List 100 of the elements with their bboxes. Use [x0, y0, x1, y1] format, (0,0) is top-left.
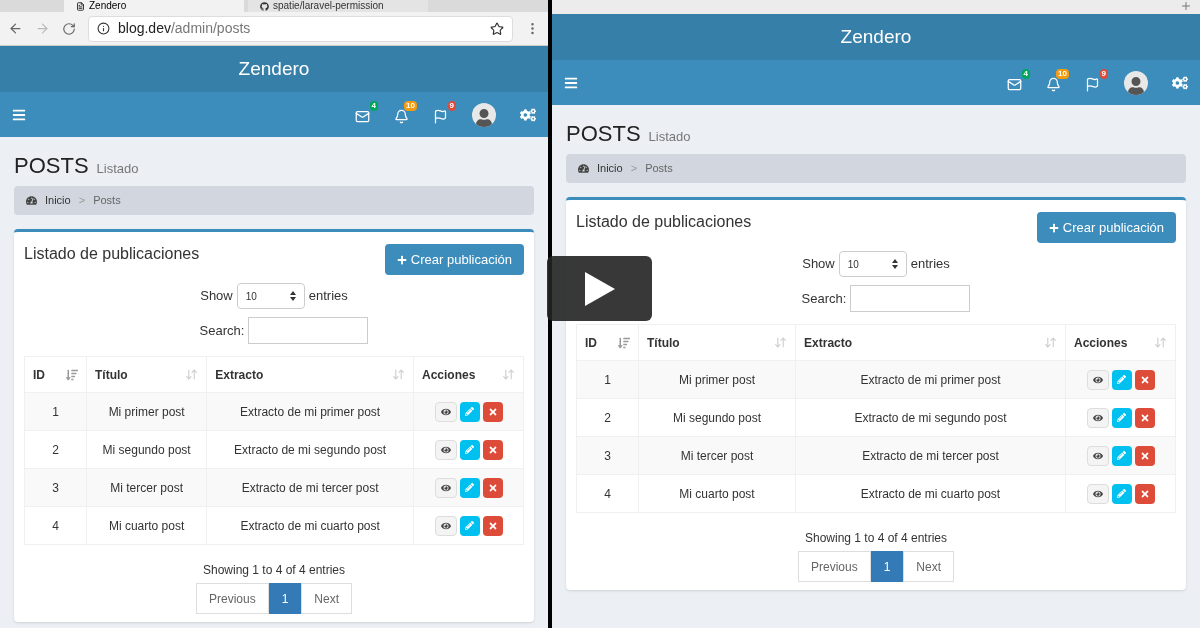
count-badge: 9: [1099, 69, 1108, 79]
page-size-select[interactable]: 10: [236, 283, 305, 309]
url-text: blog.dev/admin/posts: [118, 19, 252, 38]
delete-button[interactable]: [1134, 369, 1155, 390]
close-icon: [1139, 488, 1150, 499]
create-button[interactable]: Crear publicación: [1036, 212, 1176, 243]
column-header[interactable]: ID: [576, 324, 639, 361]
menu-icon[interactable]: [12, 107, 26, 122]
back-icon[interactable]: [8, 21, 23, 36]
browser-tab[interactable]: spatie/laravel-permission: [248, 0, 428, 12]
create-button[interactable]: Crear publicación: [384, 244, 524, 275]
plus-icon: [1048, 222, 1059, 233]
pagination-button[interactable]: Previous: [797, 551, 871, 582]
page-size-select[interactable]: 10: [838, 251, 907, 277]
pagination-button[interactable]: 1: [268, 583, 302, 614]
search-field[interactable]: [850, 285, 971, 312]
eye-icon: [1092, 412, 1103, 423]
table-cell: 3: [576, 436, 639, 475]
delete-button[interactable]: [482, 477, 503, 498]
table-cell: 1: [576, 360, 639, 399]
table-cell: Mi primer post: [638, 360, 796, 399]
plus-icon: [396, 254, 407, 265]
pagination-button[interactable]: Next: [301, 583, 353, 614]
table-cell: 3: [24, 468, 87, 507]
user-avatar[interactable]: [1124, 70, 1148, 95]
table-cell: Extracto de mi cuarto post: [795, 474, 1066, 513]
play-button[interactable]: [547, 256, 652, 321]
breadcrumb-link[interactable]: Inicio: [45, 192, 71, 209]
menu-icon[interactable]: [564, 75, 578, 90]
column-header[interactable]: Extracto: [795, 324, 1066, 361]
new-tab-icon[interactable]: [1180, 0, 1192, 12]
pagination-button[interactable]: Next: [903, 551, 955, 582]
delete-button[interactable]: [1134, 407, 1155, 428]
bell-icon[interactable]: [1046, 77, 1061, 92]
delete-button[interactable]: [1134, 483, 1155, 504]
eye-icon: [1092, 450, 1103, 461]
column-header[interactable]: Acciones: [413, 356, 524, 393]
view-button[interactable]: [434, 515, 457, 536]
sort-descending-icon[interactable]: [66, 368, 78, 381]
settings-icon[interactable]: [520, 106, 536, 123]
reload-icon[interactable]: [62, 21, 76, 36]
delete-button[interactable]: [482, 401, 503, 422]
table-cell: 4: [24, 506, 87, 545]
breadcrumb-separator: >: [78, 193, 86, 209]
view-button[interactable]: [434, 477, 457, 498]
envelope-icon[interactable]: [1007, 77, 1022, 92]
info-icon: [97, 22, 110, 35]
breadcrumb-separator: >: [630, 161, 638, 177]
table-cell: Mi segundo post: [638, 398, 796, 437]
column-header[interactable]: Acciones: [1065, 324, 1176, 361]
table-cell: Mi cuarto post: [86, 506, 207, 545]
pencil-icon: [465, 483, 474, 492]
view-button[interactable]: [434, 401, 457, 422]
envelope-icon[interactable]: [355, 109, 370, 124]
flag-icon[interactable]: [433, 109, 448, 124]
page-subtitle: Listado: [96, 160, 139, 178]
eye-icon: [440, 482, 451, 493]
column-header[interactable]: ID: [24, 356, 87, 393]
browser-tab[interactable]: Zendero: [64, 0, 244, 12]
breadcrumb-link[interactable]: Inicio: [597, 160, 623, 177]
pagination-button[interactable]: 1: [870, 551, 904, 582]
table-cell: 4: [576, 474, 639, 513]
view-button[interactable]: [1086, 483, 1109, 504]
view-button[interactable]: [1086, 445, 1109, 466]
table-cell: 2: [576, 398, 639, 437]
column-header[interactable]: Título: [638, 324, 796, 361]
pencil-icon: [465, 521, 474, 530]
column-header[interactable]: Extracto: [206, 356, 414, 393]
address-bar[interactable]: blog.dev/admin/posts: [88, 15, 513, 42]
count-badge: 10: [1056, 69, 1069, 79]
delete-button[interactable]: [1134, 445, 1155, 466]
delete-button[interactable]: [482, 515, 503, 536]
eye-icon: [1092, 374, 1103, 385]
eye-icon: [440, 520, 451, 531]
flag-icon[interactable]: [1085, 77, 1100, 92]
pagination-button[interactable]: Previous: [195, 583, 269, 614]
search-label: Search:: [801, 289, 847, 308]
table-cell: Mi primer post: [86, 392, 207, 431]
entries-label: entries: [910, 255, 950, 274]
user-avatar[interactable]: [472, 102, 496, 127]
delete-button[interactable]: [482, 439, 503, 460]
view-button[interactable]: [1086, 369, 1109, 390]
pencil-icon: [1117, 375, 1126, 384]
brand-title[interactable]: Zendero: [238, 54, 310, 84]
star-icon[interactable]: [490, 21, 504, 36]
pencil-icon: [1117, 451, 1126, 460]
pencil-icon: [465, 445, 474, 454]
brand-title[interactable]: Zendero: [840, 22, 912, 52]
settings-icon[interactable]: [1172, 74, 1188, 91]
sort-descending-icon[interactable]: [618, 336, 630, 349]
column-header[interactable]: Título: [86, 356, 207, 393]
view-button[interactable]: [434, 439, 457, 460]
table-cell: Extracto de mi tercer post: [795, 436, 1066, 475]
view-button[interactable]: [1086, 407, 1109, 428]
bell-icon[interactable]: [394, 109, 409, 124]
dashboard-icon: [578, 163, 589, 174]
search-field[interactable]: [248, 317, 369, 344]
table-cell: Extracto de mi tercer post: [206, 468, 414, 507]
play-icon: [584, 271, 615, 306]
stepper-icon: [891, 259, 898, 269]
